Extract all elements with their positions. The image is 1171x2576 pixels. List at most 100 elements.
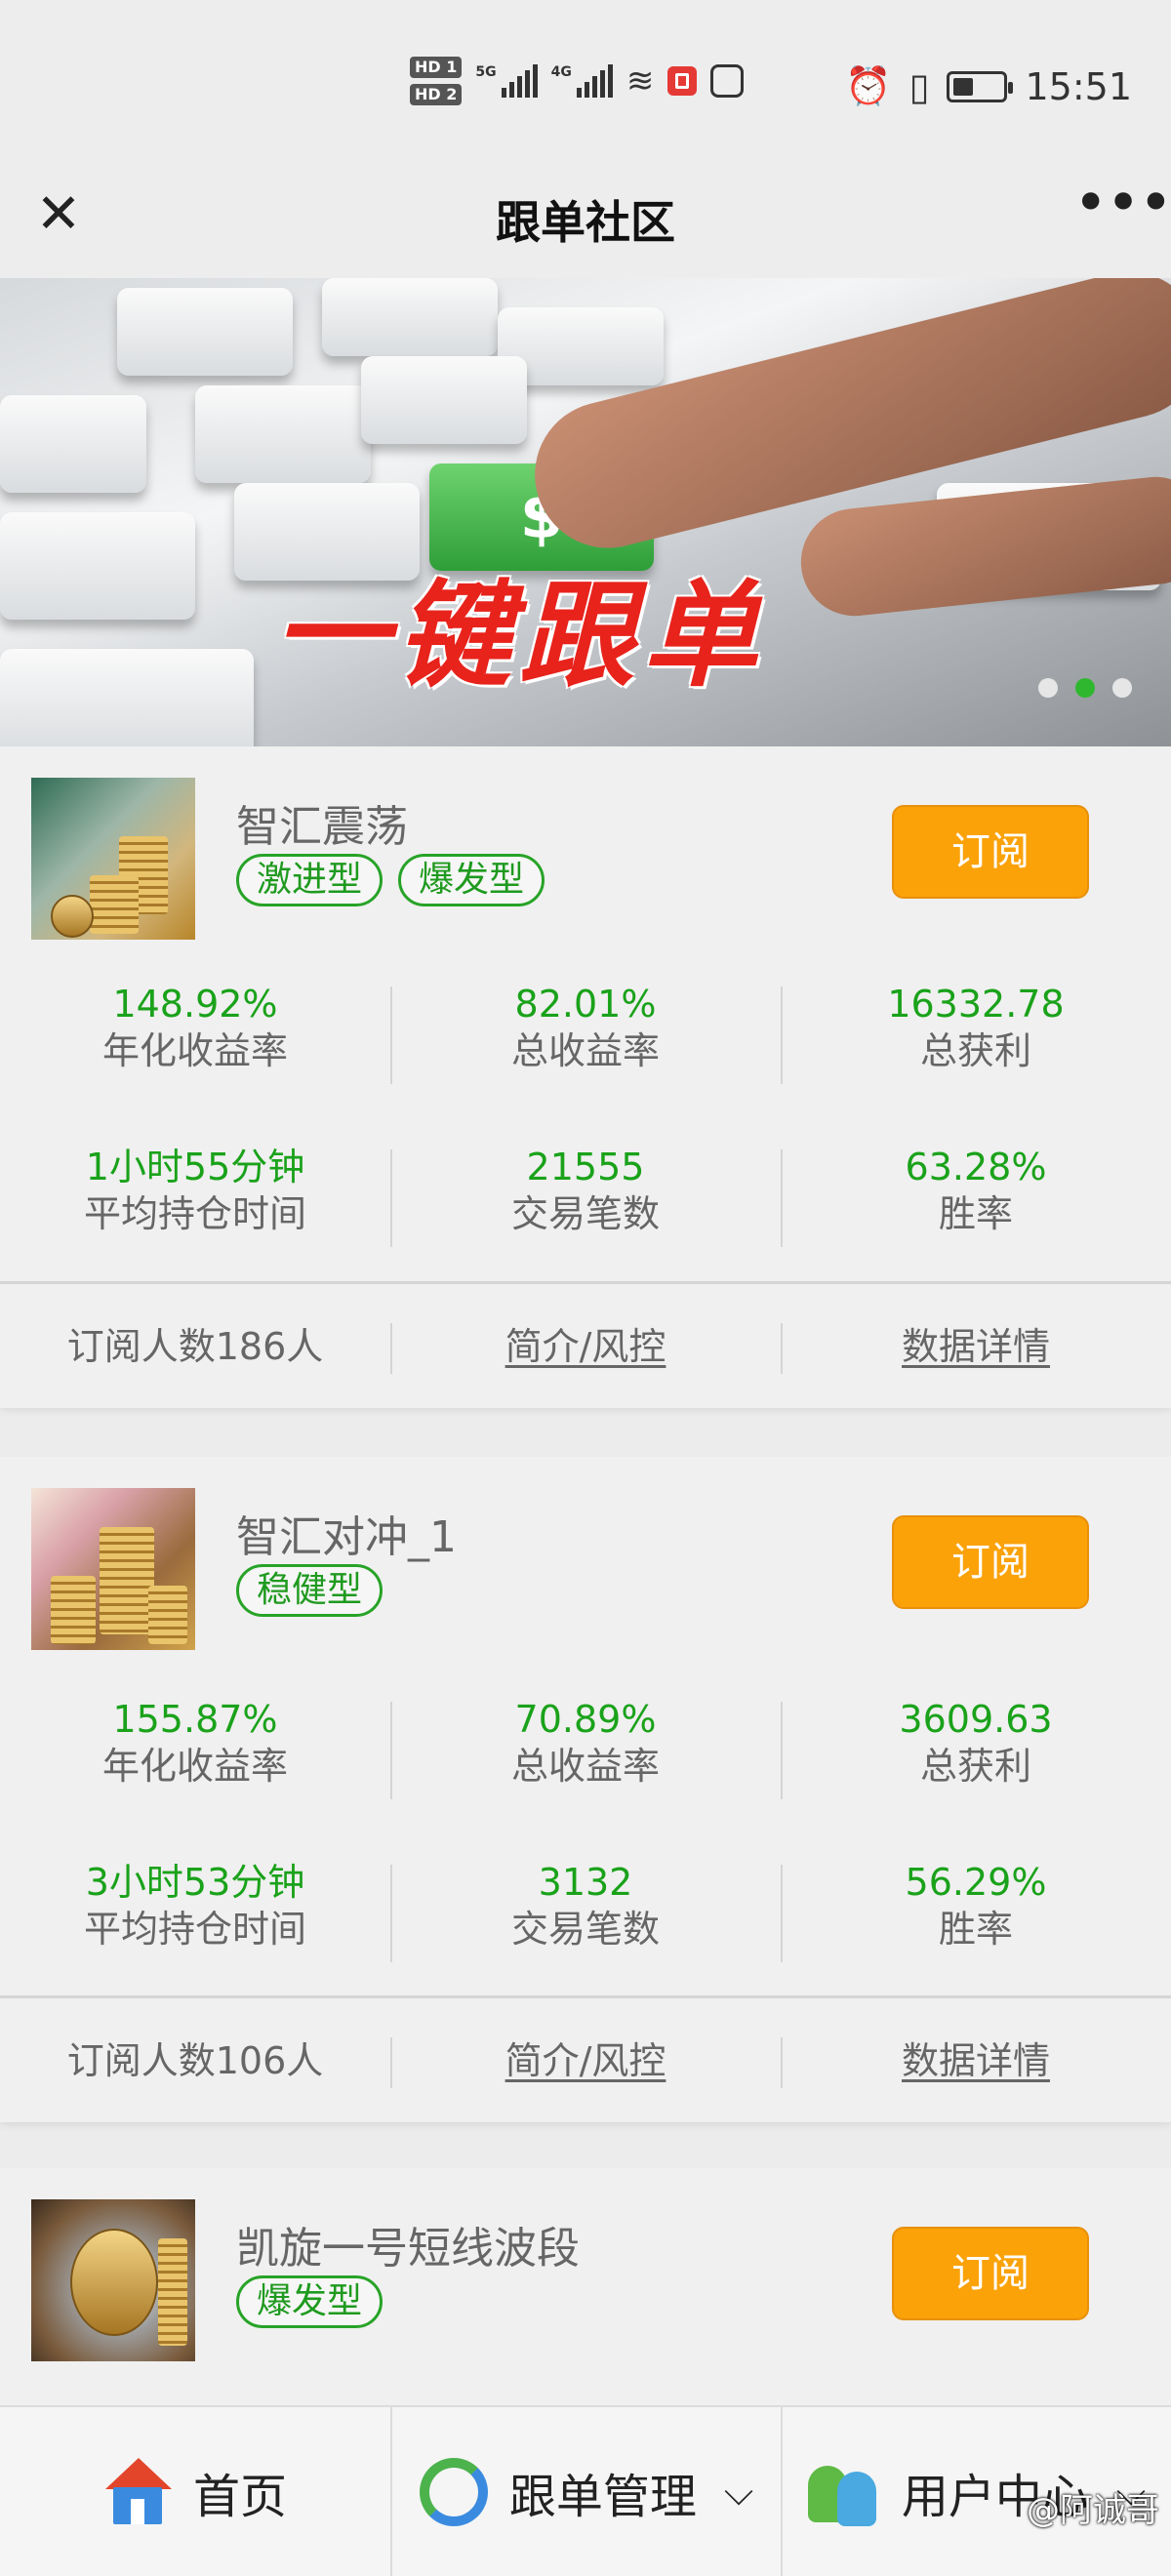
stat-value: 148.92% <box>112 983 278 1026</box>
stats-row: 155.87% 年化收益率 70.89% 总收益率 3609.63 总获利 <box>0 1696 1171 1803</box>
carousel-dots <box>1038 678 1132 698</box>
keyboard-key <box>117 288 293 376</box>
subscribe-button[interactable]: 订阅 <box>892 2227 1089 2320</box>
stat-label: 总获利 <box>919 1745 1031 1788</box>
stat-avg-hold: 1小时55分钟 平均持仓时间 <box>0 1144 390 1251</box>
stat-annualized: 155.87% 年化收益率 <box>0 1696 390 1803</box>
data-detail-link[interactable]: 数据详情 <box>781 1284 1171 1408</box>
stat-value: 16332.78 <box>887 983 1065 1026</box>
hd1-badge: HD 1 <box>410 57 463 78</box>
alarm-icon: ⏰ <box>845 64 892 107</box>
chevron-down-icon: ⌵ <box>723 2469 754 2515</box>
tab-home[interactable]: 首页 <box>0 2407 390 2576</box>
stat-label: 总收益率 <box>510 1029 660 1072</box>
vibrate-icon: ▯ <box>909 64 930 108</box>
stats-row: 148.92% 年化收益率 82.01% 总收益率 16332.78 总获利 <box>0 981 1171 1088</box>
signal-4g-label: 4G <box>550 64 572 80</box>
keyboard-key <box>0 512 195 620</box>
carousel-dot[interactable] <box>1112 678 1132 698</box>
stat-win-rate: 56.29% 胜率 <box>781 1859 1171 1966</box>
stat-value: 56.29% <box>905 1861 1047 1904</box>
hd2-badge: HD 2 <box>410 84 463 105</box>
strategy-tag: 爆发型 <box>398 854 545 906</box>
notification-app-icon <box>667 66 698 96</box>
stat-total-return: 70.89% 总收益率 <box>390 1696 781 1803</box>
subscribe-button[interactable]: 订阅 <box>892 805 1089 899</box>
banner-carousel[interactable]: $ 一键跟单 <box>0 278 1171 746</box>
stat-value: 21555 <box>526 1146 645 1188</box>
stat-label: 年化收益率 <box>101 1745 288 1788</box>
status-bar: HD 1 HD 2 5G 4G ≋ ⏰ ▯ 15:51 <box>0 0 1171 156</box>
strategy-tags: 激进型 爆发型 <box>236 854 545 906</box>
signal-5g-label: 5G <box>475 64 497 80</box>
strategy-thumbnail <box>31 1488 195 1650</box>
stat-value: 3132 <box>538 1861 633 1904</box>
keyboard-key <box>322 278 498 356</box>
strategy-name: 智汇震荡 <box>236 802 408 852</box>
signal-5g-icon: 5G <box>475 64 538 98</box>
page-title: 跟单社区 <box>496 196 675 249</box>
strategy-card[interactable]: 智汇震荡 激进型 爆发型 订阅 148.92% 年化收益率 82.01% 总收益… <box>0 746 1171 1408</box>
stat-value: 3小时53分钟 <box>85 1861 305 1904</box>
wifi-icon: ≋ <box>626 61 655 101</box>
stat-value: 82.01% <box>514 983 657 1026</box>
stat-value: 70.89% <box>514 1698 657 1741</box>
carousel-dot-active[interactable] <box>1075 678 1095 698</box>
subscriber-count: 订阅人数186人 <box>66 1325 324 1368</box>
home-icon <box>103 2457 172 2526</box>
bottom-tab-bar: 首页 跟单管理 ⌵ 用户中心 ⌵ <box>0 2405 1171 2576</box>
stat-win-rate: 63.28% 胜率 <box>781 1144 1171 1251</box>
banner-slogan: 一键跟单 <box>273 567 766 703</box>
stat-total-profit: 3609.63 总获利 <box>781 1696 1171 1803</box>
status-right: ⏰ ▯ 15:51 <box>845 64 1132 108</box>
card-footer: 订阅人数186人 简介/风控 数据详情 <box>0 1281 1171 1408</box>
keyboard-key <box>195 385 371 483</box>
strategy-name: 智汇对冲_1 <box>236 1512 457 1562</box>
stat-label: 胜率 <box>938 1908 1013 1951</box>
stat-value: 3609.63 <box>899 1698 1053 1741</box>
stat-label: 交易笔数 <box>510 1192 660 1235</box>
stat-label: 胜率 <box>938 1192 1013 1235</box>
tab-follow-management[interactable]: 跟单管理 ⌵ <box>390 2407 781 2576</box>
stat-total-return: 82.01% 总收益率 <box>390 981 781 1088</box>
stat-annualized: 148.92% 年化收益率 <box>0 981 390 1088</box>
stat-trade-count: 3132 交易笔数 <box>390 1859 781 1966</box>
stat-value: 155.87% <box>112 1698 278 1741</box>
stat-avg-hold: 3小时53分钟 平均持仓时间 <box>0 1859 390 1966</box>
strategy-card[interactable]: 智汇对冲_1 稳健型 订阅 155.87% 年化收益率 70.89% 总收益率 … <box>0 1457 1171 2122</box>
stats-row: 3小时53分钟 平均持仓时间 3132 交易笔数 56.29% 胜率 <box>0 1859 1171 1966</box>
users-icon <box>807 2458 880 2526</box>
subscriber-count: 订阅人数106人 <box>66 2039 324 2082</box>
strategy-tags: 稳健型 <box>236 1564 384 1617</box>
stat-value: 1小时55分钟 <box>85 1146 305 1188</box>
data-detail-link[interactable]: 数据详情 <box>781 1998 1171 2122</box>
nav-bar: ✕ 跟单社区 ••• <box>0 156 1171 278</box>
stat-label: 年化收益率 <box>101 1029 288 1072</box>
shield-icon <box>710 64 745 98</box>
stat-label: 总收益率 <box>510 1745 660 1788</box>
strategy-card[interactable]: 凯旋一号短线波段 爆发型 订阅 <box>0 2168 1171 2422</box>
hd-badges: HD 1 HD 2 <box>410 57 463 105</box>
status-time: 15:51 <box>1025 64 1132 108</box>
strategy-tag: 激进型 <box>236 854 384 906</box>
status-icons: HD 1 HD 2 5G 4G ≋ <box>410 57 745 105</box>
finger-image <box>795 471 1171 622</box>
strategy-tag: 稳健型 <box>236 1564 384 1617</box>
stat-value: 63.28% <box>905 1146 1047 1188</box>
carousel-dot[interactable] <box>1038 678 1058 698</box>
intro-risk-link[interactable]: 简介/风控 <box>390 1998 781 2122</box>
signal-4g-icon: 4G <box>551 64 613 98</box>
watermark: @阿诚哥 <box>1027 2491 1159 2530</box>
strategy-thumbnail <box>31 2199 195 2361</box>
stat-label: 平均持仓时间 <box>83 1908 306 1951</box>
stat-trade-count: 21555 交易笔数 <box>390 1144 781 1251</box>
tab-home-label: 首页 <box>192 2469 287 2524</box>
keyboard-key <box>0 649 254 746</box>
stat-label: 总获利 <box>919 1029 1031 1072</box>
intro-risk-link[interactable]: 简介/风控 <box>390 1284 781 1408</box>
subscribe-button[interactable]: 订阅 <box>892 1515 1089 1609</box>
more-icon[interactable]: ••• <box>1073 174 1171 242</box>
stats-row: 1小时55分钟 平均持仓时间 21555 交易笔数 63.28% 胜率 <box>0 1144 1171 1251</box>
strategy-tag: 爆发型 <box>236 2275 384 2328</box>
stat-label: 平均持仓时间 <box>83 1192 306 1235</box>
